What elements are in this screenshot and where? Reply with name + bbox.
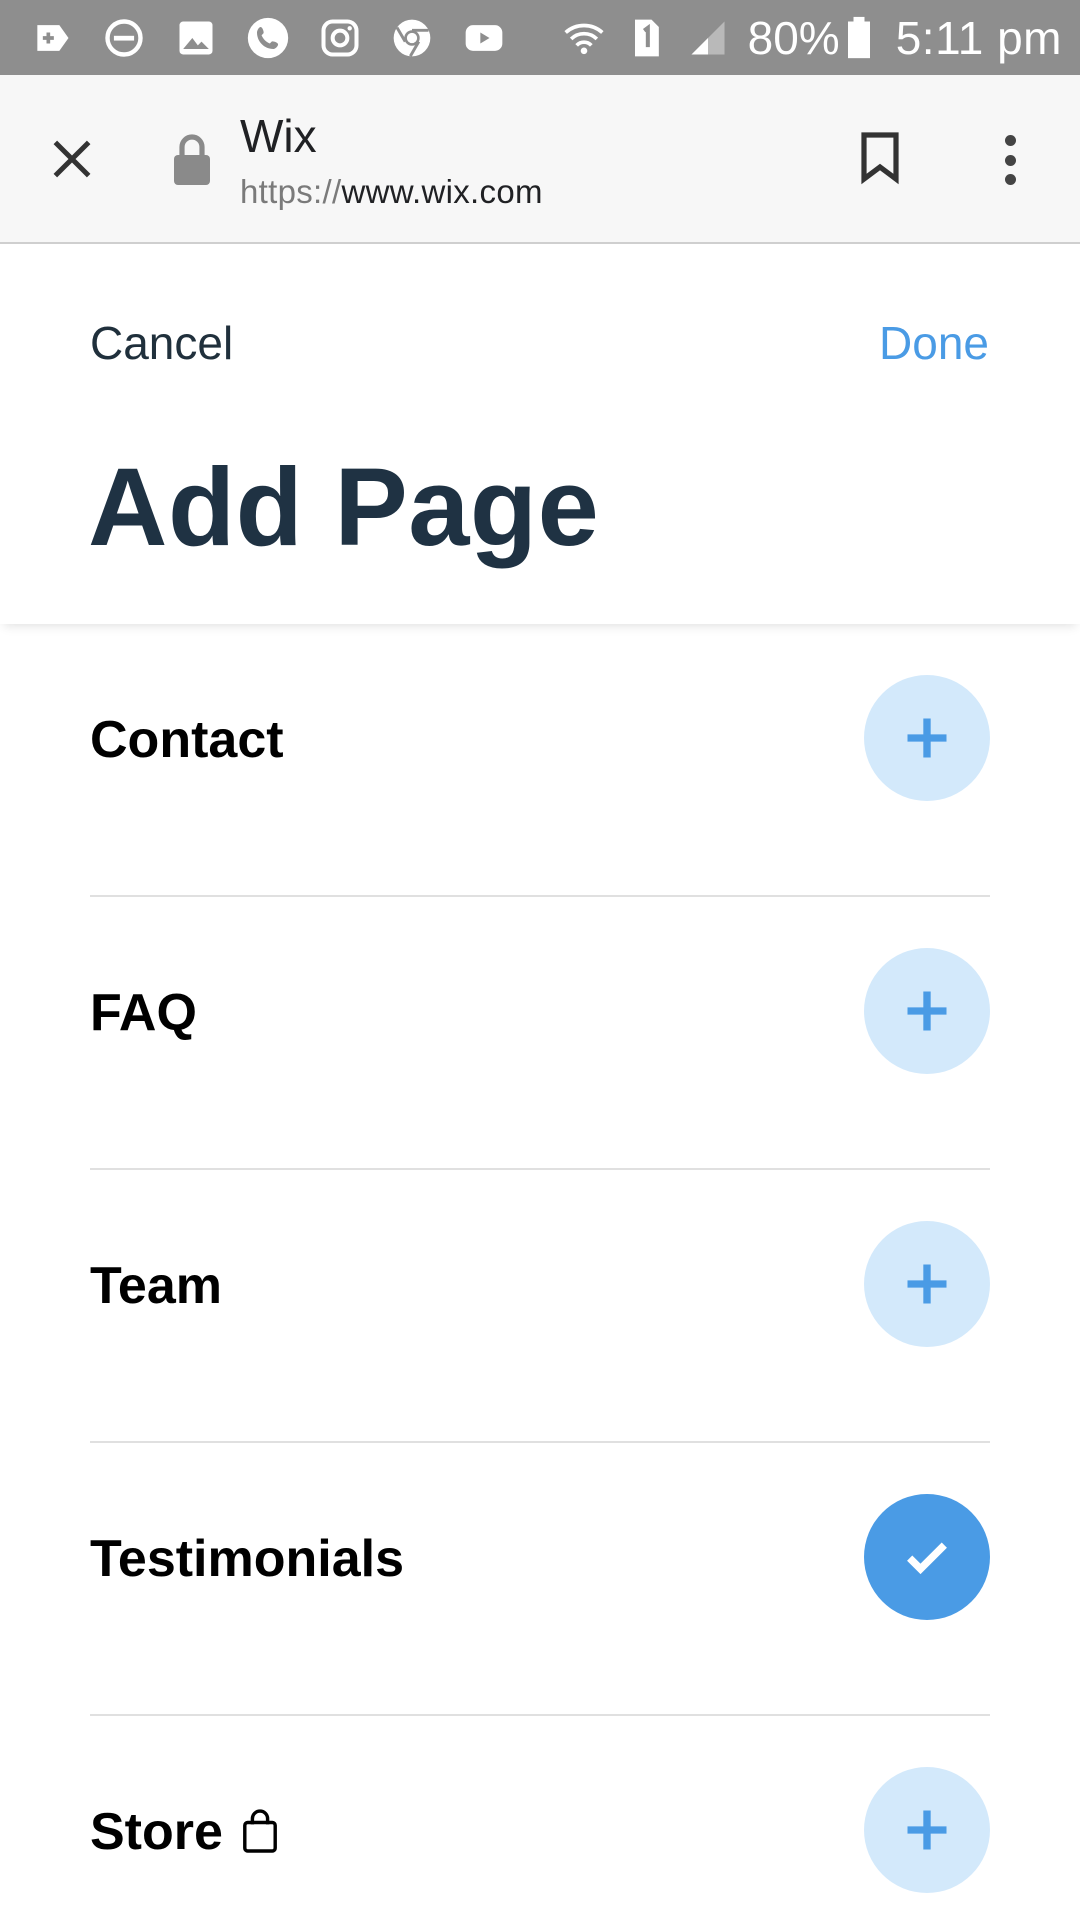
gallery-icon (172, 14, 220, 62)
battery-percentage: 80% (747, 11, 840, 64)
plus-icon (907, 718, 947, 758)
shopping-bag-icon (243, 1809, 277, 1853)
add-page-button[interactable] (864, 675, 990, 801)
plus-icon (907, 991, 947, 1031)
list-item: Store (90, 1716, 990, 1920)
add-notification-icon (28, 14, 76, 62)
youtube-icon (460, 14, 508, 62)
battery-icon (844, 14, 874, 62)
list-item: Team (90, 1170, 990, 1443)
page-label-text: Contact (90, 711, 284, 769)
page-label: Testimonials (90, 1529, 404, 1589)
instagram-icon (316, 14, 364, 62)
page-label: Store (90, 1802, 279, 1862)
lock-icon (170, 133, 214, 187)
chrome-icon (388, 14, 436, 62)
phone-icon (244, 14, 292, 62)
do-not-disturb-icon (100, 14, 148, 62)
site-title: Wix (240, 110, 317, 162)
url-protocol: https:// (240, 173, 342, 210)
browser-toolbar: Wix https://www.wix.com (0, 75, 1080, 244)
add-page-header: Cancel Done Add Page (0, 244, 1080, 624)
page-label-text: Testimonials (90, 1530, 405, 1588)
url-host: www.wix.com (341, 173, 543, 210)
page-added-button[interactable] (864, 1494, 990, 1620)
sim-1-icon (622, 14, 670, 62)
site-url[interactable]: https://www.wix.com (240, 173, 543, 211)
plus-icon (907, 1810, 947, 1850)
add-page-button[interactable] (864, 1221, 990, 1347)
checkmark-icon (907, 1542, 947, 1575)
add-page-button[interactable] (864, 1767, 990, 1893)
close-icon[interactable] (42, 129, 102, 189)
signal-icon (684, 14, 732, 62)
wifi-icon (560, 14, 608, 62)
cancel-button[interactable]: Cancel (90, 316, 233, 370)
add-page-button[interactable] (864, 948, 990, 1074)
page-list: Contact FAQ Team Testimonials Store (90, 624, 990, 1920)
system-icons: 80% 5:11 pm (546, 14, 1062, 62)
list-item: Contact (90, 624, 990, 897)
page-label-text: Team (90, 1257, 222, 1315)
list-item: FAQ (90, 897, 990, 1170)
page-label: FAQ (90, 983, 197, 1043)
more-options-icon[interactable] (990, 129, 1030, 191)
page-label: Contact (90, 710, 284, 770)
done-button[interactable]: Done (879, 316, 989, 370)
status-bar: 80% 5:11 pm (0, 0, 1080, 75)
clock: 5:11 pm (895, 11, 1062, 64)
plus-icon (907, 1264, 947, 1304)
notification-icons (28, 14, 532, 62)
page-label-text: FAQ (90, 984, 197, 1042)
page-title: Add Page (88, 446, 600, 569)
bookmark-icon[interactable] (856, 129, 912, 191)
page-label-text: Store (90, 1803, 223, 1861)
page-label: Team (90, 1256, 222, 1316)
list-item: Testimonials (90, 1443, 990, 1716)
